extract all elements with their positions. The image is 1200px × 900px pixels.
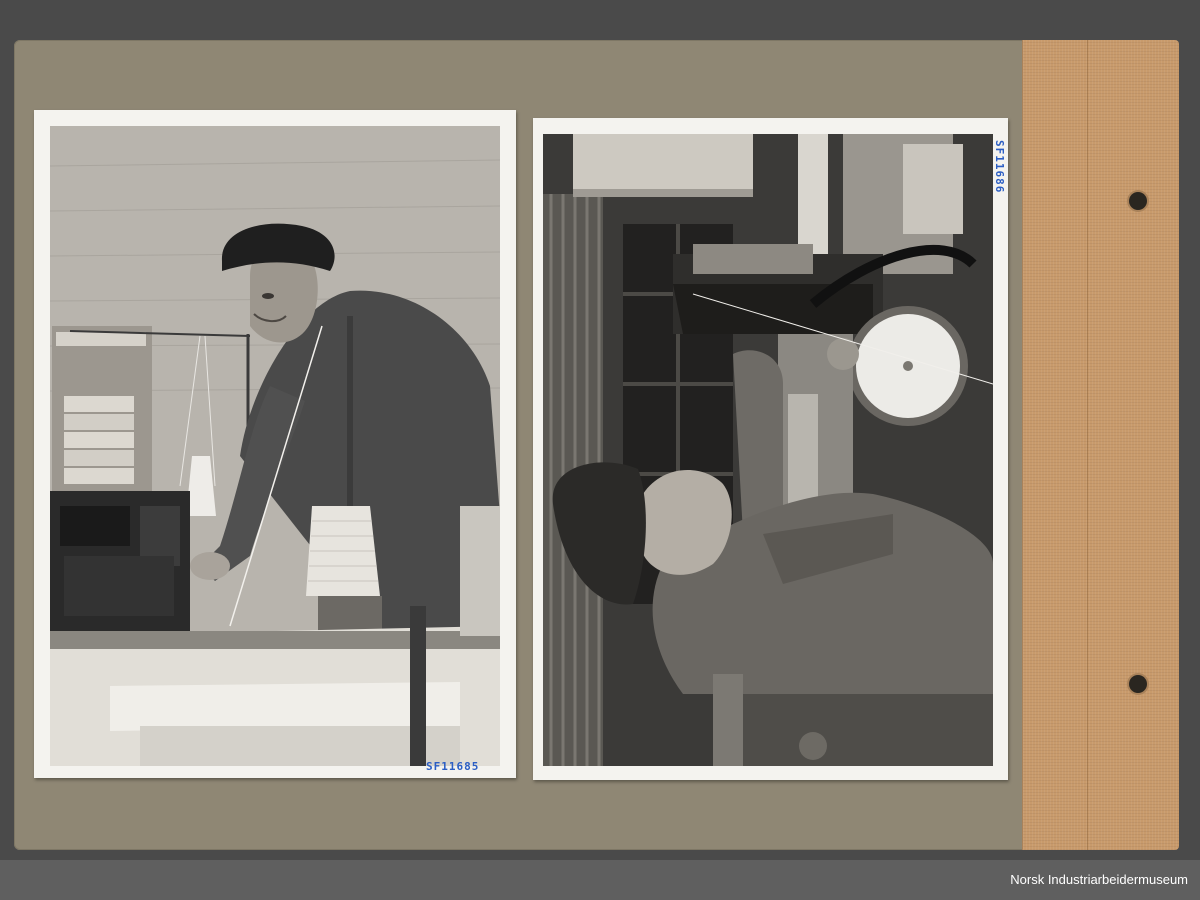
photo-worker-winding-thread [50,126,500,766]
album-binding-spine [1022,40,1179,850]
photo-print-right: SF11686 [533,118,1008,780]
photo-left-image [50,126,500,766]
photo-print-left: SF11685 [34,110,516,778]
binding-hole-top [1129,192,1147,210]
museum-credit: Norsk Industriarbeidermuseum [1010,872,1188,887]
footer-bar: Norsk Industriarbeidermuseum [0,860,1200,900]
inventory-number-right: SF11686 [993,140,1006,194]
photo-album-viewer: SF11685 SF11686 Norsk Industriarbeidermu… [0,0,1200,900]
photo-right-image [543,134,993,766]
photo-worker-inspecting-machine [543,134,993,766]
inventory-number-left: SF11685 [426,760,480,773]
binding-hole-bottom [1129,675,1147,693]
spine-seam [1087,40,1088,850]
